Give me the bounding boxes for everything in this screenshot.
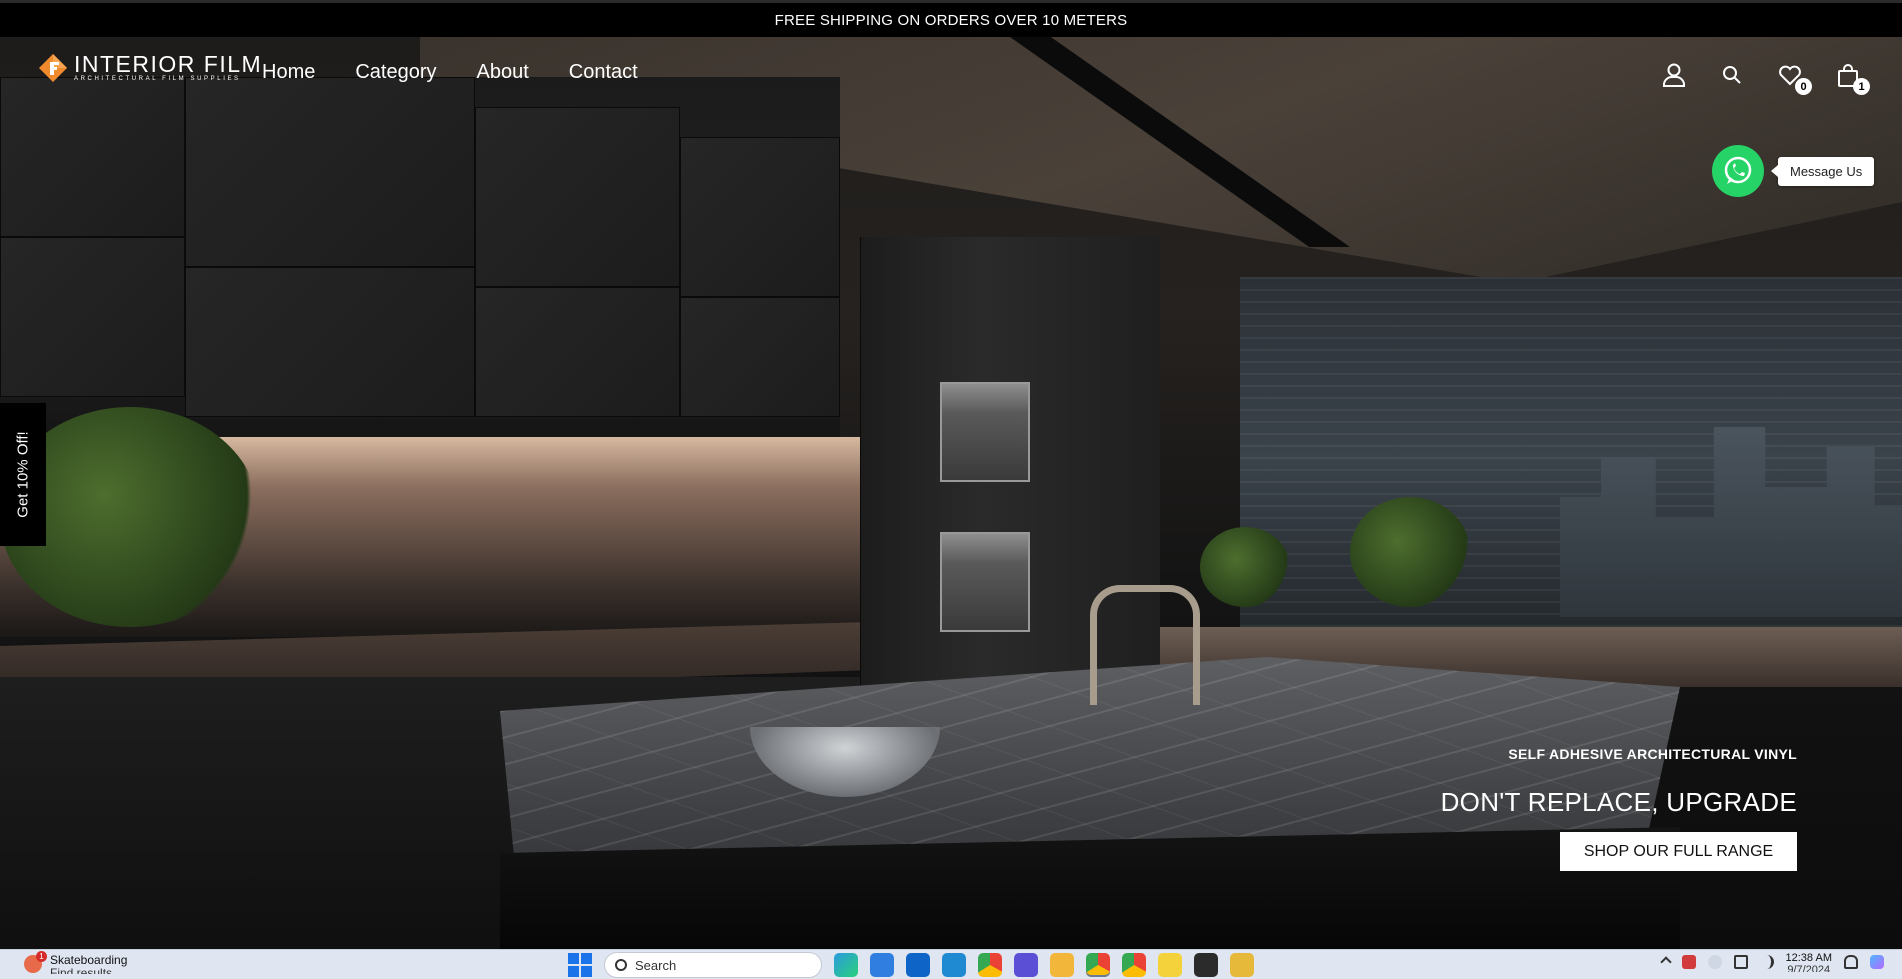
taskbar-widget[interactable]: 1 Skateboarding Find results: [24, 951, 128, 974]
chrome-profile-icon[interactable]: [1086, 953, 1110, 977]
store-icon[interactable]: [870, 953, 894, 977]
search-icon[interactable]: [1718, 61, 1746, 89]
taskbar-search-icon: [615, 959, 627, 971]
shop-full-range-button[interactable]: SHOP OUR FULL RANGE: [1560, 832, 1797, 871]
hero-faucet: [1090, 585, 1200, 705]
account-icon[interactable]: [1660, 61, 1688, 89]
widget-icon: 1: [24, 951, 47, 973]
taskbar-search[interactable]: Search: [604, 952, 822, 978]
whatsapp-icon[interactable]: [1712, 145, 1764, 197]
clock-time: 12:38 AM: [1785, 952, 1832, 964]
discount-tab-label: Get 10% Off!: [14, 431, 32, 518]
nav-category[interactable]: Category: [355, 61, 436, 84]
widget-subtitle: Find results: [50, 967, 113, 974]
widget-badge: 1: [36, 951, 47, 962]
onedrive-icon[interactable]: [1707, 955, 1722, 969]
whatsapp-widget[interactable]: Message Us: [1712, 145, 1875, 197]
hero-headline: DON'T REPLACE, UPGRADE: [1440, 787, 1797, 817]
chevron-up-icon[interactable]: [1659, 956, 1672, 968]
hero-copy: SELF ADHESIVE ARCHITECTURAL VINYL DON'T …: [1441, 746, 1797, 871]
terminal-icon[interactable]: [1194, 953, 1218, 977]
notification-bell-icon[interactable]: [1844, 955, 1858, 969]
announcement-bar: FREE SHIPPING ON ORDERS OVER 10 METERS: [0, 0, 1902, 37]
site-logo[interactable]: INTERIOR FILM ARCHITECTURAL FILM SUPPLIE…: [38, 53, 262, 83]
hero-upper-cabinets: [0, 77, 840, 437]
chrome-second-profile-icon[interactable]: [1122, 953, 1146, 977]
hero-eyebrow: SELF ADHESIVE ARCHITECTURAL VINYL: [1508, 746, 1797, 762]
copilot-tray-icon[interactable]: [1870, 955, 1884, 969]
os-taskbar: 1 Skateboarding Find results Search 12:3…: [0, 949, 1902, 979]
nav-about[interactable]: About: [477, 61, 529, 84]
hero-plant-window-small: [1200, 527, 1290, 607]
wishlist-count-badge: 0: [1795, 78, 1812, 95]
system-tray: 12:38 AM 9/7/2024: [1659, 952, 1884, 972]
discount-side-tab[interactable]: Get 10% Off!: [0, 403, 46, 546]
hero-plant-window: [1350, 497, 1470, 607]
hero-oven-upper: [940, 382, 1030, 482]
main-nav: Home Category About Contact: [262, 61, 638, 84]
announcement-text: FREE SHIPPING ON ORDERS OVER 10 METERS: [774, 11, 1128, 29]
wishlist-icon[interactable]: 0: [1776, 61, 1812, 95]
python-icon[interactable]: [1230, 953, 1254, 977]
taskbar-apps: Search: [568, 952, 1254, 978]
nav-contact[interactable]: Contact: [569, 61, 638, 84]
whatsapp-message-label[interactable]: Message Us: [1770, 156, 1875, 186]
cart-count-badge: 1: [1853, 78, 1870, 95]
site-header: INTERIOR FILM ARCHITECTURAL FILM SUPPLIE…: [0, 37, 1902, 112]
windows-start-icon[interactable]: [568, 953, 592, 977]
brand-tagline: ARCHITECTURAL FILM SUPPLIES: [74, 76, 241, 82]
display-icon[interactable]: [1733, 955, 1748, 969]
nav-home[interactable]: Home: [262, 61, 315, 84]
copilot-icon[interactable]: [1014, 953, 1038, 977]
taskbar-clock[interactable]: 12:38 AM 9/7/2024: [1786, 952, 1832, 972]
widget-title: Skateboarding: [50, 953, 128, 967]
volume-icon[interactable]: [1760, 955, 1774, 969]
edge-browser-icon[interactable]: [834, 953, 858, 977]
file-explorer-icon[interactable]: [1050, 953, 1074, 977]
sticky-notes-icon[interactable]: [1158, 953, 1182, 977]
outlook-icon[interactable]: [906, 953, 930, 977]
logo-diamond-icon: [38, 53, 68, 83]
taskbar-search-label: Search: [635, 957, 677, 973]
hero-oven-lower: [940, 532, 1030, 632]
brand-name: INTERIOR FILM: [74, 51, 263, 77]
vscode-icon[interactable]: [942, 953, 966, 977]
chrome-icon[interactable]: [978, 953, 1002, 977]
clock-date: 9/7/2024: [1787, 964, 1831, 972]
cart-bag-icon[interactable]: 1: [1834, 61, 1870, 95]
header-actions: 0 1: [1660, 61, 1870, 95]
tray-app-icon[interactable]: [1681, 955, 1696, 969]
